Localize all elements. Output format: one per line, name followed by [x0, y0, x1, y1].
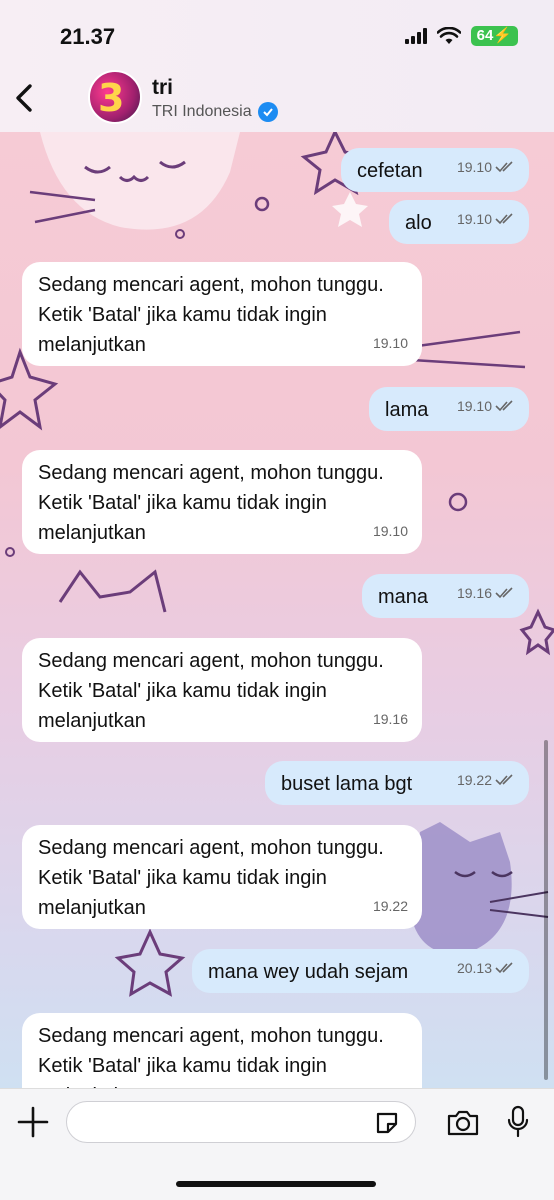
message-text: Sedang mencari agent, mohon tunggu. Keti… [38, 650, 384, 732]
sticker-icon [376, 1112, 398, 1134]
wifi-icon [436, 27, 461, 44]
battery-level: 64 [476, 27, 494, 44]
message-time: 19.10 [456, 159, 492, 175]
tri-logo-icon: 3 [98, 76, 125, 120]
incoming-message[interactable]: Sedang mencari agent, mohon tunggu. Keti… [22, 1013, 422, 1088]
message-time: 19.10 [372, 523, 408, 539]
incoming-message[interactable]: Sedang mencari agent, mohon tunggu. Keti… [22, 450, 422, 554]
message-text: mana wey udah sejam [208, 961, 409, 983]
contact-subtitle-text: TRI Indonesia [152, 103, 252, 120]
message-text: lama [385, 399, 429, 421]
signal-icon [404, 28, 427, 44]
status-time: 21.37 [60, 24, 116, 49]
double-check-icon [495, 587, 513, 599]
home-indicator[interactable] [176, 1181, 376, 1187]
message-text: Sedang mencari agent, mohon tunggu. Keti… [38, 274, 384, 356]
message-meta: 19.16 [457, 578, 515, 608]
message-meta: 19.16 [373, 704, 408, 734]
message-text: cefetan [357, 160, 423, 182]
message-text: Sedang mencari agent, mohon tunggu. Keti… [38, 837, 384, 919]
message-meta: 19.10 [373, 516, 408, 546]
microphone-button[interactable] [506, 1105, 530, 1139]
message-text: Sedang mencari agent, mohon tunggu. Keti… [38, 1025, 384, 1088]
message-meta: 19.22 [457, 765, 515, 795]
avatar[interactable]: 3 [88, 70, 142, 124]
chat-header: 3 tri TRI Indonesia [0, 70, 554, 132]
incoming-message[interactable]: Sedang mencari agent, mohon tunggu. Keti… [22, 638, 422, 742]
incoming-message[interactable]: Sedang mencari agent, mohon tunggu. Keti… [22, 825, 422, 929]
message-meta: 19.22 [373, 891, 408, 921]
incoming-message[interactable]: Sedang mencari agent, mohon tunggu. Keti… [22, 262, 422, 366]
message-text: alo [405, 212, 432, 234]
input-bar [0, 1088, 554, 1200]
outgoing-message[interactable]: lama 19.10 [369, 387, 529, 431]
double-check-icon [495, 962, 513, 974]
message-time: 19.16 [456, 585, 492, 601]
plus-icon [17, 1106, 49, 1138]
message-meta: 20.13 [457, 953, 515, 983]
back-button[interactable] [8, 78, 42, 118]
double-check-icon [495, 400, 513, 412]
microphone-icon [507, 1105, 529, 1138]
message-text: mana [378, 586, 429, 608]
chat-area[interactable]: cefetan 19.10 alo 19.10 Sedang mencari a… [0, 132, 554, 1088]
status-icons: 64⚡ [404, 26, 518, 46]
camera-icon [447, 1110, 479, 1136]
charging-icon: ⚡ [493, 27, 512, 44]
outgoing-message[interactable]: alo 19.10 [389, 200, 529, 244]
contact-name[interactable]: tri [152, 76, 173, 100]
message-time: 19.22 [372, 898, 408, 914]
double-check-icon [495, 213, 513, 225]
message-time: 19.22 [456, 772, 492, 788]
message-time: 19.10 [372, 335, 408, 351]
outgoing-message[interactable]: cefetan 19.10 [341, 148, 529, 192]
message-meta: 19.10 [373, 328, 408, 358]
verified-icon [257, 102, 278, 122]
double-check-icon [495, 161, 513, 173]
message-text: Sedang mencari agent, mohon tunggu. Keti… [38, 462, 384, 544]
outgoing-message[interactable]: mana 19.16 [362, 574, 529, 618]
sticker-button[interactable] [374, 1110, 400, 1136]
message-meta: 19.10 [457, 391, 515, 421]
plus-button[interactable] [16, 1105, 50, 1139]
double-check-icon [495, 774, 513, 786]
message-time: 19.16 [372, 711, 408, 727]
scrollbar[interactable] [544, 740, 548, 1080]
message-input[interactable] [66, 1101, 416, 1143]
message-text: buset lama bgt [281, 773, 413, 795]
chevron-left-icon [16, 84, 32, 112]
message-meta: 19.10 [457, 152, 515, 182]
outgoing-message[interactable]: buset lama bgt 19.22 [265, 761, 529, 805]
message-time: 20.13 [456, 960, 492, 976]
battery-indicator: 64⚡ [470, 26, 518, 46]
message-meta: 19.10 [457, 204, 515, 234]
contact-subtitle: TRI Indonesia [152, 102, 278, 122]
message-time: 19.10 [456, 398, 492, 414]
message-time: 19.10 [456, 211, 492, 227]
status-bar: 21.37 64⚡ [0, 0, 554, 70]
outgoing-message[interactable]: mana wey udah sejam 20.13 [192, 949, 529, 993]
camera-button[interactable] [446, 1109, 480, 1137]
